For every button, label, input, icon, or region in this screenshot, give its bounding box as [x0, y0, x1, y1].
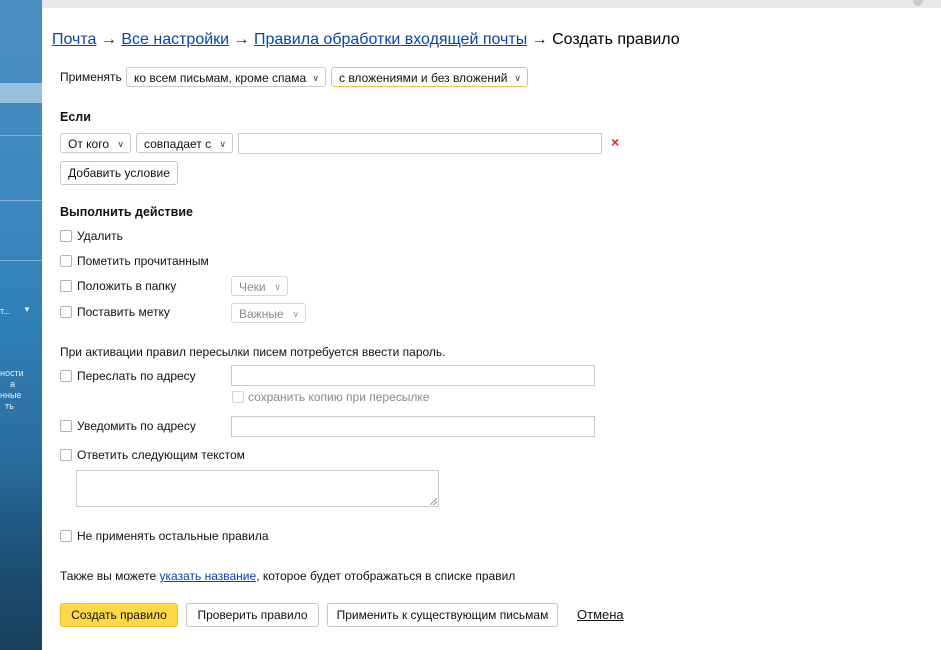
- set-name-link[interactable]: указать название: [160, 569, 257, 583]
- resize-handle-wrapper: [76, 470, 439, 507]
- chevron-down-icon: ∨: [117, 139, 124, 149]
- tag-select[interactable]: Важные ∨: [231, 303, 306, 323]
- check-rule-button[interactable]: Проверить правило: [186, 603, 319, 627]
- apply-scope-select[interactable]: ко всем письмам, кроме спама ∨: [126, 67, 326, 87]
- keep-copy-label: сохранить копию при пересылке: [248, 390, 430, 404]
- name-hint-after: , которое будет отображаться в списке пр…: [256, 569, 516, 583]
- top-bar: [42, 0, 941, 8]
- stop-rules-checkbox[interactable]: [60, 530, 72, 542]
- condition-operator-select[interactable]: совпадает с ∨: [136, 133, 233, 153]
- actions-heading: Выполнить действие: [60, 205, 193, 219]
- attachments-select[interactable]: с вложениями и без вложений ∨: [331, 67, 528, 87]
- password-note: При активации правил пересылки писем пот…: [60, 345, 446, 359]
- forward-address-input[interactable]: [231, 365, 595, 386]
- sidebar-selected-item[interactable]: [0, 83, 42, 103]
- breadcrumb-all-settings-link[interactable]: Все настройки: [121, 31, 229, 48]
- set-label-label: Поставить метку: [77, 305, 170, 319]
- stop-rules-label: Не применять остальные правила: [77, 529, 269, 543]
- folder-select[interactable]: Чеки ∨: [231, 276, 288, 296]
- move-to-folder-label: Положить в папку: [77, 279, 177, 293]
- breadcrumb: Почта → Все настройки → Правила обработк…: [52, 30, 680, 50]
- chevron-down-icon: ∨: [274, 282, 281, 292]
- chevron-down-icon: ∨: [514, 73, 521, 83]
- sidebar-text-fragment: ности а нные ть: [0, 368, 24, 411]
- sidebar-divider: [0, 135, 42, 136]
- cancel-link[interactable]: Отмена: [577, 607, 624, 622]
- chevron-down-icon: ∨: [312, 73, 319, 83]
- condition-value-input[interactable]: [238, 133, 602, 154]
- condition-field-select[interactable]: От кого ∨: [60, 133, 131, 153]
- forward-label: Переслать по адресу: [77, 369, 196, 383]
- notify-label: Уведомить по адресу: [77, 419, 196, 433]
- sidebar-divider: [0, 200, 42, 201]
- set-label-checkbox[interactable]: [60, 306, 72, 318]
- apply-existing-button[interactable]: Применить к существующим письмам: [327, 603, 558, 627]
- delete-label: Удалить: [77, 229, 123, 243]
- apply-scope-value: ко всем письмам, кроме спама: [134, 71, 307, 85]
- folder-value: Чеки: [239, 280, 266, 294]
- apply-label: Применять: [60, 70, 122, 84]
- name-hint-before: Также вы можете: [60, 569, 160, 583]
- breadcrumb-mail-link[interactable]: Почта: [52, 31, 96, 48]
- breadcrumb-separator: →: [100, 31, 117, 48]
- name-hint: Также вы можете указать название, которо…: [60, 569, 515, 583]
- sidebar-background: т... ▼ ности а нные ть: [0, 0, 42, 650]
- create-rule-button[interactable]: Создать правило: [60, 603, 178, 627]
- chevron-down-icon[interactable]: ▼: [23, 305, 31, 314]
- forward-checkbox[interactable]: [60, 370, 72, 382]
- reply-label: Ответить следующим текстом: [77, 448, 245, 462]
- condition-operator-value: совпадает с: [144, 137, 212, 151]
- add-condition-button[interactable]: Добавить условие: [60, 161, 178, 185]
- notify-address-input[interactable]: [231, 416, 595, 437]
- resize-grip-icon[interactable]: [430, 498, 437, 505]
- breadcrumb-separator: →: [531, 31, 548, 48]
- keep-copy-checkbox[interactable]: [232, 391, 244, 403]
- condition-field-value: От кого: [68, 137, 110, 151]
- tag-value: Важные: [239, 307, 284, 321]
- avatar[interactable]: [913, 0, 923, 6]
- sidebar-item-truncated[interactable]: т...: [0, 306, 11, 317]
- mark-read-label: Пометить прочитанным: [77, 254, 209, 268]
- close-icon[interactable]: ×: [611, 134, 619, 150]
- chevron-down-icon: ∨: [292, 309, 299, 319]
- move-to-folder-checkbox[interactable]: [60, 280, 72, 292]
- sidebar-divider: [0, 260, 42, 261]
- attachments-value: с вложениями и без вложений: [339, 71, 508, 85]
- page-title: Создать правило: [552, 31, 680, 48]
- reply-checkbox[interactable]: [60, 449, 72, 461]
- notify-checkbox[interactable]: [60, 420, 72, 432]
- delete-checkbox[interactable]: [60, 230, 72, 242]
- conditions-heading: Если: [60, 110, 91, 124]
- chevron-down-icon: ∨: [219, 139, 226, 149]
- mark-read-checkbox[interactable]: [60, 255, 72, 267]
- breadcrumb-incoming-rules-link[interactable]: Правила обработки входящей почты: [254, 31, 527, 48]
- breadcrumb-separator: →: [233, 31, 250, 48]
